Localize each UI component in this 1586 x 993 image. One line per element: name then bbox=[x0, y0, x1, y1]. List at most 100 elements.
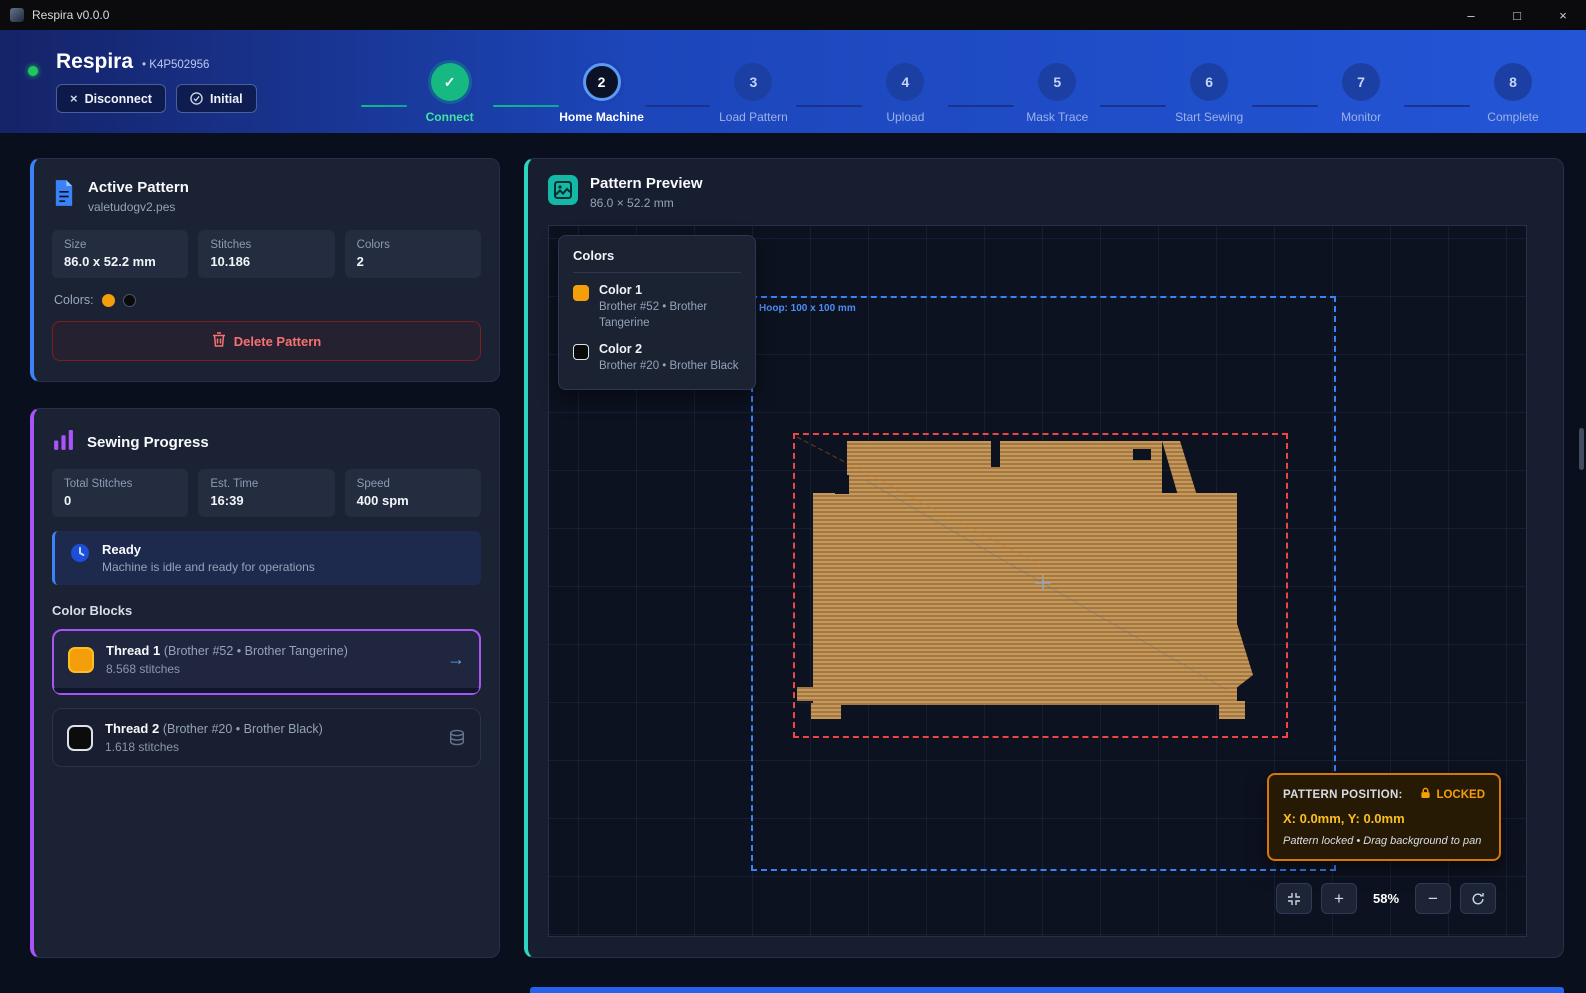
stat-colors: Colors 2 bbox=[345, 230, 481, 278]
position-title: PATTERN POSITION: bbox=[1283, 789, 1403, 801]
active-pattern-card: Active Pattern valetudogv2.pes Size 86.0… bbox=[30, 158, 500, 382]
step-connector bbox=[1252, 105, 1318, 107]
disconnect-label: Disconnect bbox=[85, 92, 152, 106]
image-icon bbox=[548, 175, 578, 205]
step-circle: 4 bbox=[886, 63, 924, 101]
step-circle-active: 2 bbox=[583, 63, 621, 101]
stat-size: Size 86.0 x 52.2 mm bbox=[52, 230, 188, 278]
thread-block-1[interactable]: Thread 1 (Brother #52 • Brother Tangerin… bbox=[52, 629, 481, 695]
legend-item-color-2: Color 2 Brother #20 • Brother Black bbox=[573, 342, 741, 375]
step-circle: 3 bbox=[734, 63, 772, 101]
zoom-out-button[interactable]: − bbox=[1415, 883, 1451, 914]
thread-block-2[interactable]: Thread 2 (Brother #20 • Brother Black) 1… bbox=[52, 708, 481, 767]
minimize-button[interactable]: – bbox=[1448, 0, 1494, 30]
delete-pattern-button[interactable]: Delete Pattern bbox=[52, 321, 481, 361]
active-pattern-title: Active Pattern bbox=[88, 179, 189, 196]
step-connector bbox=[361, 105, 407, 107]
step-connect[interactable]: ✓ Connect bbox=[407, 63, 493, 124]
delete-pattern-label: Delete Pattern bbox=[234, 334, 321, 349]
thread-progress-bar bbox=[54, 688, 479, 693]
stat-speed: Speed 400 spm bbox=[345, 469, 481, 517]
bar-chart-icon bbox=[52, 429, 75, 455]
scrollbar-thumb[interactable] bbox=[1579, 428, 1584, 470]
locked-badge: LOCKED bbox=[1420, 787, 1485, 802]
step-monitor[interactable]: 7 Monitor bbox=[1318, 63, 1404, 124]
close-button[interactable]: × bbox=[1540, 0, 1586, 30]
initial-button[interactable]: Initial bbox=[176, 84, 257, 113]
refresh-button[interactable] bbox=[1460, 883, 1496, 914]
connection-status-dot bbox=[28, 66, 38, 76]
thread-detail: (Brother #20 • Brother Black) bbox=[163, 722, 323, 736]
app-icon bbox=[10, 8, 24, 22]
step-circle-done: ✓ bbox=[431, 63, 469, 101]
thread-stitch-count: 1.618 stitches bbox=[105, 740, 323, 754]
clock-icon bbox=[69, 542, 91, 567]
position-coordinates: X: 0.0mm, Y: 0.0mm bbox=[1283, 811, 1485, 826]
step-label: Upload bbox=[886, 110, 924, 124]
arrow-right-icon: → bbox=[447, 649, 465, 670]
stat-total-stitches: Total Stitches 0 bbox=[52, 469, 188, 517]
color-blocks-label: Color Blocks bbox=[52, 603, 481, 618]
thread-swatch bbox=[68, 647, 94, 673]
step-label: Start Sewing bbox=[1175, 110, 1243, 124]
step-load-pattern[interactable]: 3 Load Pattern bbox=[710, 63, 796, 124]
sewing-progress-card: Sewing Progress Total Stitches 0 Est. Ti… bbox=[30, 408, 500, 958]
step-progress: ✓ Connect 2 Home Machine 3 Load Pattern … bbox=[361, 39, 1556, 124]
colors-legend: Colors Color 1 Brother #52 • Brother Tan… bbox=[558, 235, 756, 390]
lock-icon bbox=[1420, 787, 1431, 802]
fit-view-button[interactable] bbox=[1276, 883, 1312, 914]
maximize-button[interactable]: □ bbox=[1494, 0, 1540, 30]
pattern-preview-panel: Pattern Preview 86.0 × 52.2 mm Colors Co… bbox=[524, 158, 1564, 958]
window-title: Respira v0.0.0 bbox=[32, 8, 109, 22]
pattern-filename: valetudogv2.pes bbox=[88, 200, 189, 214]
step-start-sewing[interactable]: 6 Start Sewing bbox=[1166, 63, 1252, 124]
step-label: Monitor bbox=[1341, 110, 1381, 124]
step-label: Mask Trace bbox=[1026, 110, 1088, 124]
step-connector bbox=[796, 105, 862, 107]
zoom-controls: + 58% − bbox=[1276, 883, 1496, 914]
step-mask-trace[interactable]: 5 Mask Trace bbox=[1014, 63, 1100, 124]
check-icon: ✓ bbox=[444, 74, 456, 91]
legend-swatch-black bbox=[573, 344, 589, 360]
step-circle: 8 bbox=[1494, 63, 1532, 101]
pattern-position-box: PATTERN POSITION: LOCKED X: 0.0mm, Y: 0.… bbox=[1267, 773, 1501, 861]
color-dot-black bbox=[123, 294, 136, 307]
disconnect-button[interactable]: × Disconnect bbox=[56, 84, 166, 113]
status-text: Machine is idle and ready for operations bbox=[102, 560, 315, 574]
step-label: Complete bbox=[1487, 110, 1538, 124]
step-connector bbox=[1100, 105, 1166, 107]
app-name: Respira bbox=[56, 50, 133, 74]
initial-label: Initial bbox=[210, 92, 243, 106]
status-title: Ready bbox=[102, 542, 315, 557]
color-dot-orange bbox=[102, 294, 115, 307]
legend-item-color-1: Color 1 Brother #52 • Brother Tangerine bbox=[573, 283, 741, 331]
stat-stitches: Stitches 10.186 bbox=[198, 230, 334, 278]
step-upload[interactable]: 4 Upload bbox=[862, 63, 948, 124]
step-label: Load Pattern bbox=[719, 110, 788, 124]
thread-name: Thread 1 bbox=[106, 643, 160, 658]
layers-icon bbox=[448, 729, 466, 747]
step-circle: 5 bbox=[1038, 63, 1076, 101]
crosshair-icon bbox=[1035, 575, 1051, 591]
trash-icon bbox=[212, 332, 226, 350]
stat-est-time: Est. Time 16:39 bbox=[198, 469, 334, 517]
machine-serial: • K4P502956 bbox=[142, 59, 209, 71]
step-home-machine[interactable]: 2 Home Machine bbox=[559, 63, 645, 124]
hoop-label: Hoop: 100 x 100 mm bbox=[759, 303, 856, 314]
step-circle: 7 bbox=[1342, 63, 1380, 101]
thread-stitch-count: 8.568 stitches bbox=[106, 662, 348, 676]
file-icon bbox=[52, 179, 76, 210]
zoom-level: 58% bbox=[1366, 891, 1406, 906]
step-complete[interactable]: 8 Complete bbox=[1470, 63, 1556, 124]
colors-label: Colors: bbox=[54, 293, 94, 307]
preview-dimensions: 86.0 × 52.2 mm bbox=[590, 196, 703, 210]
thread-swatch bbox=[67, 725, 93, 751]
step-label: Home Machine bbox=[559, 110, 644, 124]
titlebar: Respira v0.0.0 – □ × bbox=[0, 0, 1586, 30]
zoom-in-button[interactable]: + bbox=[1321, 883, 1357, 914]
brand-block: Respira • K4P502956 × Disconnect Initial bbox=[56, 50, 257, 113]
legend-title: Colors bbox=[573, 248, 741, 273]
thread-name: Thread 2 bbox=[105, 721, 159, 736]
position-hint: Pattern locked • Drag background to pan bbox=[1283, 835, 1485, 847]
step-circle: 6 bbox=[1190, 63, 1228, 101]
